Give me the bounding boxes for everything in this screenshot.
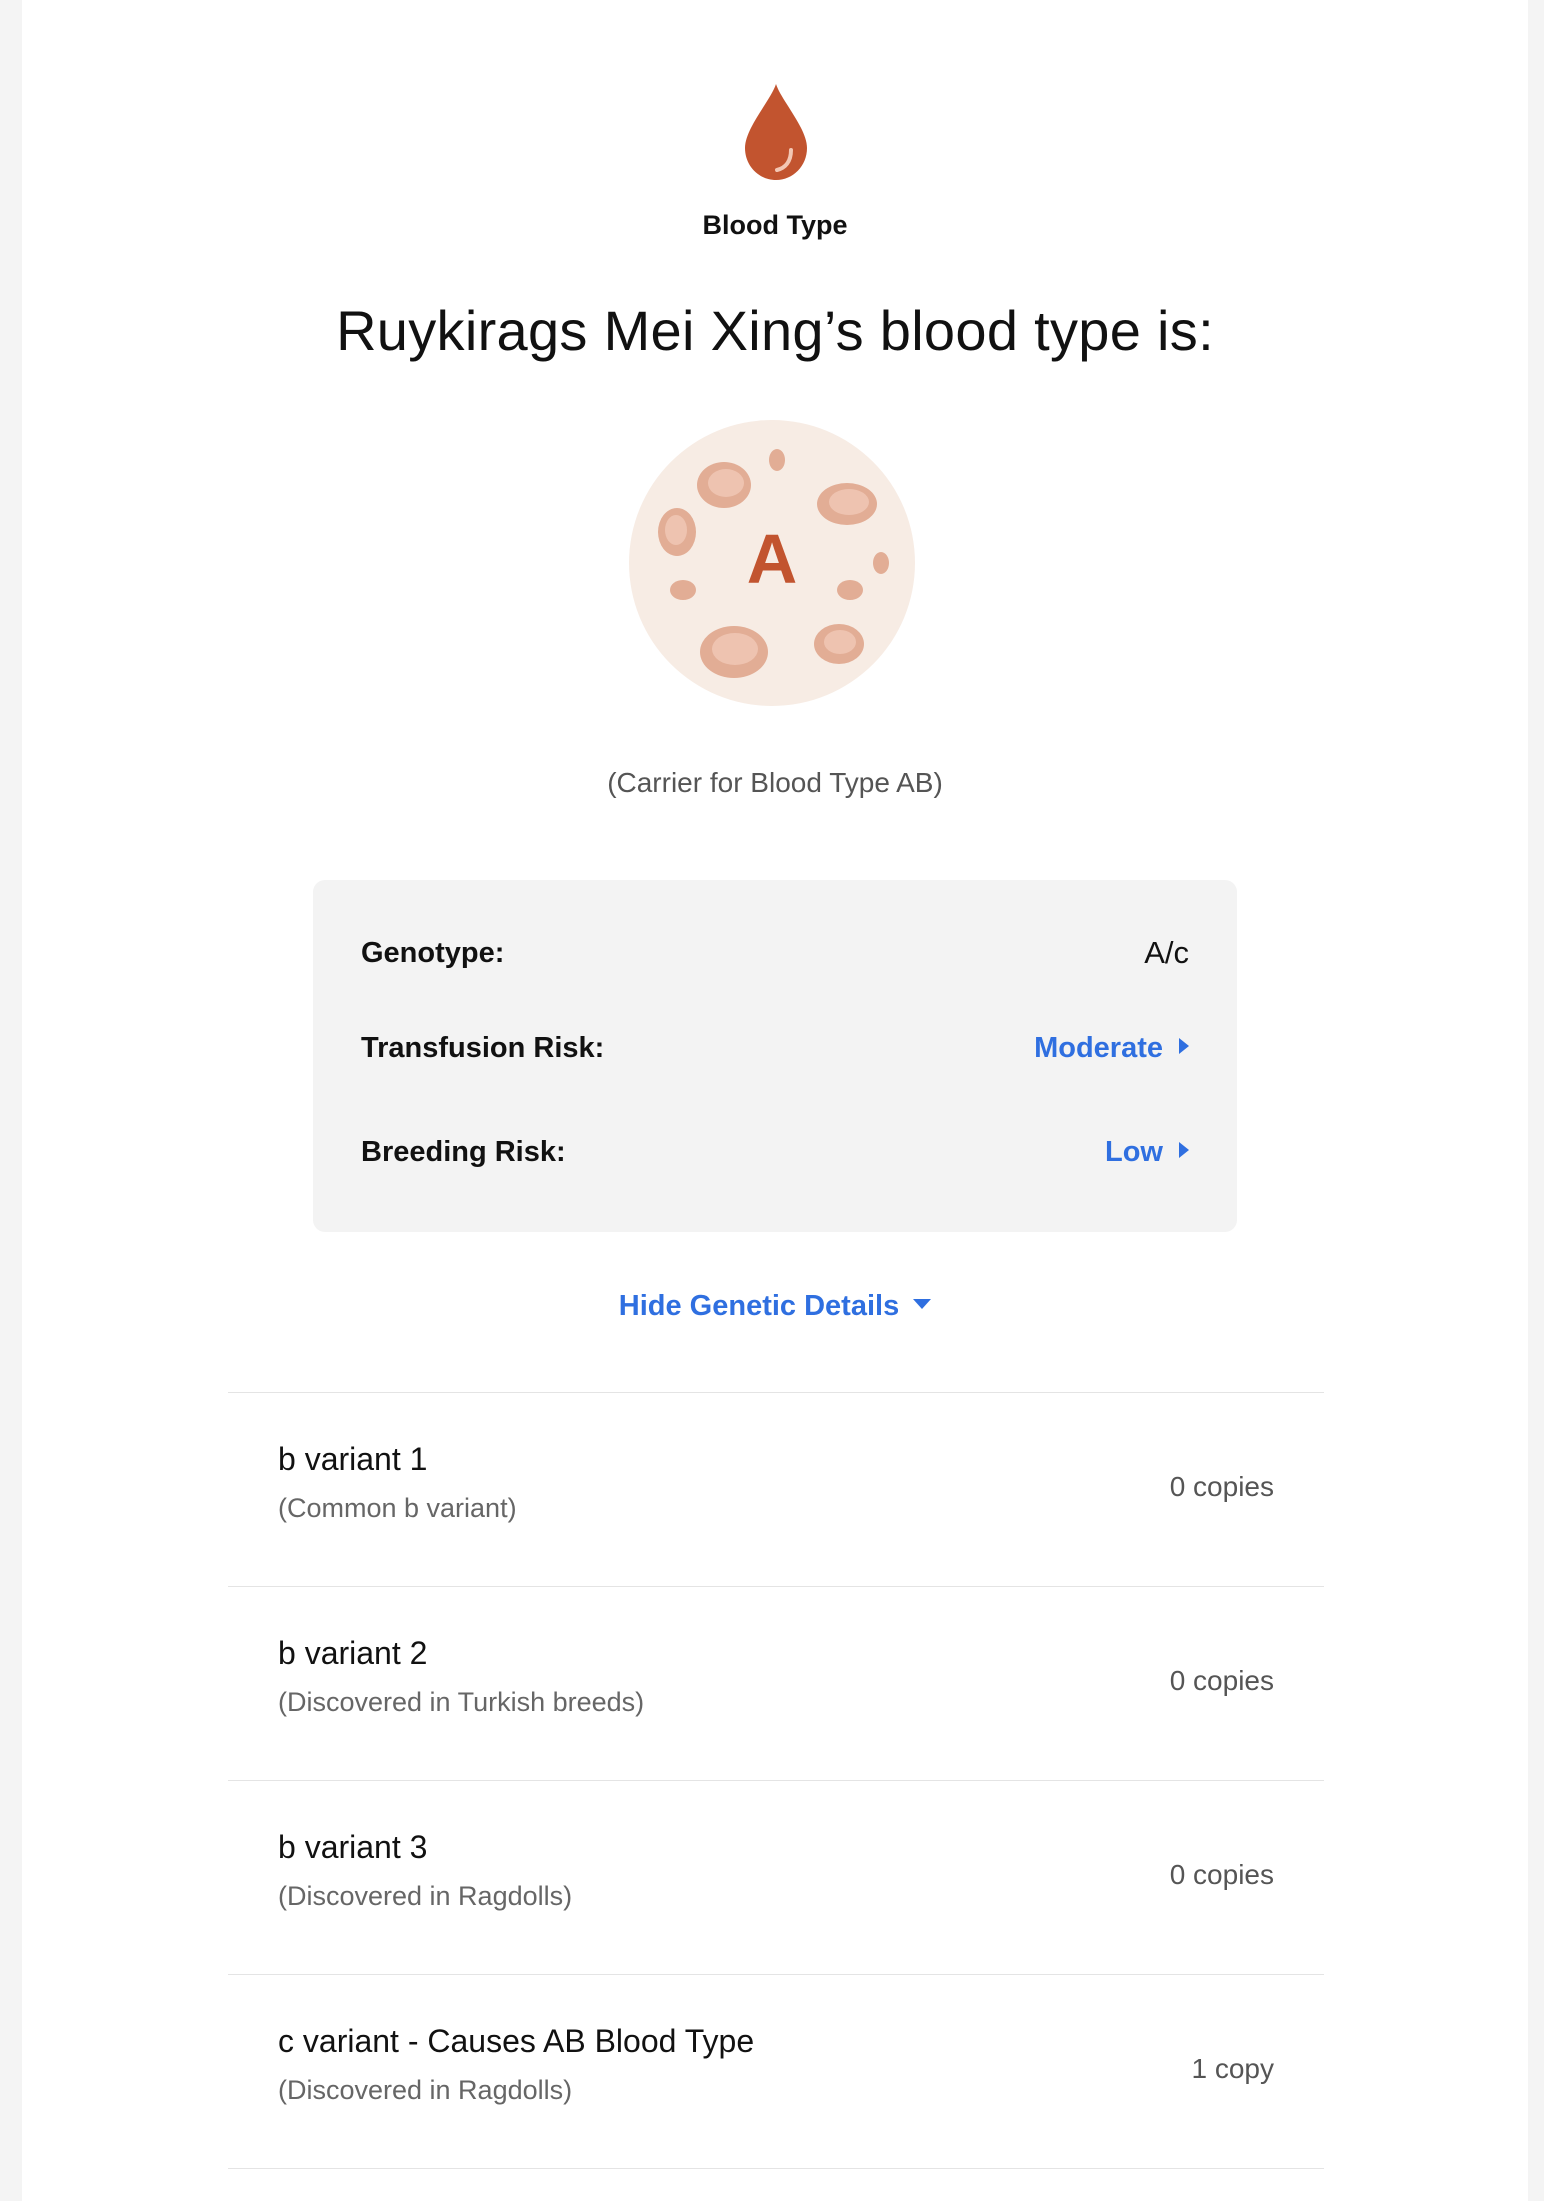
- genotype-row: Genotype: A/c: [361, 928, 1189, 978]
- chevron-down-icon: [913, 1299, 932, 1310]
- list-item: c variant - Causes AB Blood Type (Discov…: [228, 1974, 1324, 2169]
- carrier-note: (Carrier for Blood Type AB): [607, 767, 943, 798]
- blood-drop-icon: [745, 84, 807, 180]
- variant-description: (Common b variant): [278, 1493, 517, 1523]
- transfusion-risk-row: Transfusion Risk: Moderate: [361, 1023, 1189, 1073]
- hide-genetic-details-toggle[interactable]: Hide Genetic Details: [22, 1290, 1528, 1323]
- genotype-label: Genotype:: [361, 937, 505, 969]
- breeding-risk-row: Breeding Risk: Low: [361, 1127, 1189, 1177]
- list-item: b variant 2 (Discovered in Turkish breed…: [228, 1586, 1324, 1780]
- breeding-risk-link[interactable]: Low: [1105, 1127, 1189, 1177]
- report-card: Blood Type Ruykirags Mei Xing’s blood ty…: [22, 0, 1528, 2201]
- variant-name: b variant 2: [278, 1635, 428, 1671]
- variant-name: c variant - Causes AB Blood Type: [278, 2023, 755, 2059]
- breeding-risk-value: Low: [1105, 1136, 1163, 1168]
- variant-name: b variant 1: [278, 1441, 428, 1477]
- breeding-risk-label: Breeding Risk:: [361, 1136, 566, 1168]
- chevron-right-icon: [1179, 1142, 1189, 1159]
- transfusion-risk-label: Transfusion Risk:: [361, 1032, 605, 1064]
- list-item: b variant 1 (Common b variant) 0 copies: [228, 1392, 1324, 1586]
- list-item: b variant 3 (Discovered in Ragdolls) 0 c…: [228, 1780, 1324, 1974]
- genotype-value: A/c: [1144, 935, 1189, 970]
- variant-description: (Discovered in Ragdolls): [278, 2075, 573, 2105]
- toggle-label: Hide Genetic Details: [618, 1290, 900, 1322]
- variant-list: b variant 1 (Common b variant) 0 copies …: [228, 1392, 1324, 2169]
- variant-copies: 0 copies: [1169, 1471, 1274, 1502]
- transfusion-risk-value: Moderate: [1034, 1032, 1163, 1064]
- variant-copies: 0 copies: [1169, 1665, 1274, 1696]
- variant-copies: 1 copy: [1191, 2053, 1275, 2084]
- page-title: Ruykirags Mei Xing’s blood type is:: [336, 299, 1214, 362]
- blood-type-letter: A: [747, 520, 798, 598]
- chevron-right-icon: [1179, 1038, 1189, 1055]
- variant-copies: 0 copies: [1169, 1859, 1274, 1890]
- blood-type-badge: A: [629, 420, 915, 706]
- variant-description: (Discovered in Ragdolls): [278, 1881, 573, 1911]
- section-label: Blood Type: [702, 210, 848, 240]
- genotype-summary: Genotype: A/c Transfusion Risk: Moderate…: [313, 880, 1237, 1232]
- variant-name: b variant 3: [278, 1829, 428, 1865]
- variant-description: (Discovered in Turkish breeds): [278, 1687, 645, 1717]
- transfusion-risk-link[interactable]: Moderate: [1034, 1023, 1189, 1073]
